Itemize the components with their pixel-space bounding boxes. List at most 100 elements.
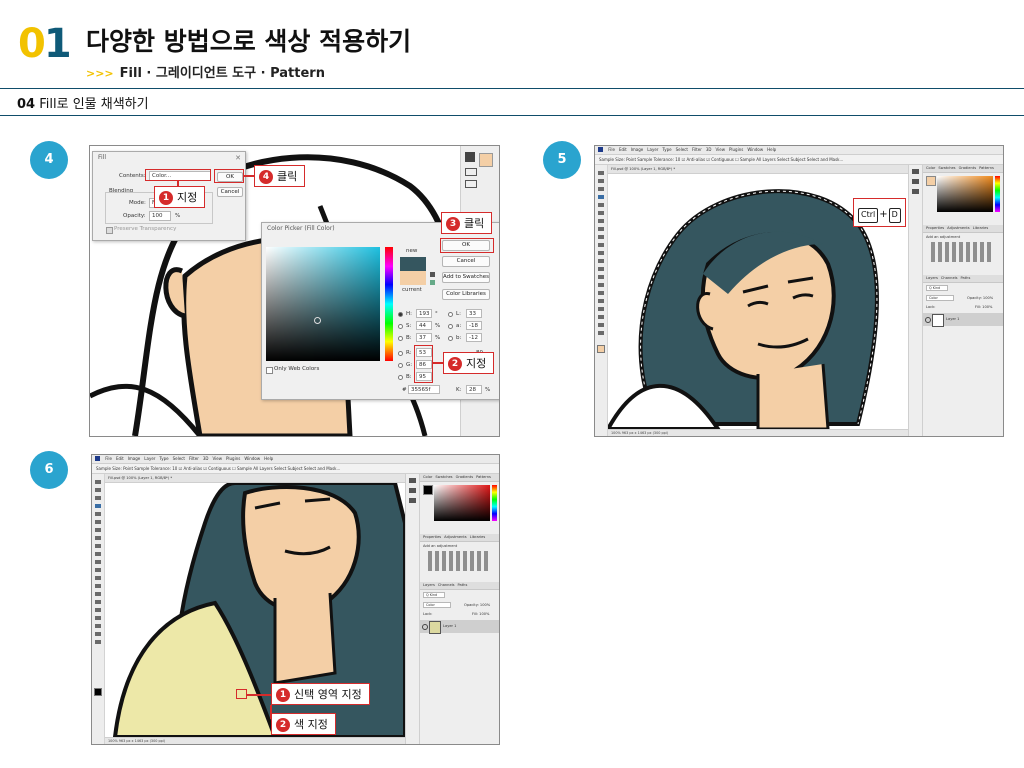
- eye-icon[interactable]: [422, 624, 428, 630]
- menu-help[interactable]: Help: [767, 147, 776, 152]
- history-icon[interactable]: [409, 478, 416, 483]
- color-field-cursor[interactable]: [314, 317, 321, 324]
- eye-icon[interactable]: [925, 317, 931, 323]
- h-radio[interactable]: [398, 312, 403, 317]
- menu-layer[interactable]: Layer: [144, 456, 155, 461]
- stamp-tool-icon[interactable]: [598, 243, 604, 247]
- move-tool-icon[interactable]: [598, 171, 604, 175]
- menu-plugins[interactable]: Plugins: [729, 147, 743, 152]
- shape-tool-icon[interactable]: [598, 315, 604, 319]
- foreground-swatch[interactable]: [479, 153, 493, 167]
- menu-3d[interactable]: 3D: [203, 456, 209, 461]
- healing-tool-icon[interactable]: [95, 536, 101, 540]
- menu-window[interactable]: Window: [747, 147, 763, 152]
- menu-window[interactable]: Window: [244, 456, 260, 461]
- type-tool-icon[interactable]: [598, 299, 604, 303]
- crop-tool-icon[interactable]: [95, 512, 101, 516]
- b2-field[interactable]: -12: [466, 333, 482, 342]
- layer-kind-filter[interactable]: Q Kind: [926, 285, 948, 291]
- path-select-icon[interactable]: [598, 307, 604, 311]
- cube-icon[interactable]: [430, 272, 435, 277]
- hand-tool-icon[interactable]: [95, 632, 101, 636]
- history-brush-icon[interactable]: [598, 251, 604, 255]
- layer-name[interactable]: Layer 1: [946, 317, 959, 321]
- menu-filter[interactable]: Filter: [189, 456, 199, 461]
- only-web-checkbox[interactable]: [266, 367, 273, 374]
- a-field[interactable]: -18: [466, 321, 482, 330]
- healing-tool-icon[interactable]: [598, 227, 604, 231]
- crop-tool-icon[interactable]: [598, 203, 604, 207]
- layers-tabs[interactable]: Layers Channels Paths: [420, 582, 499, 590]
- lasso-tool-icon[interactable]: [598, 187, 604, 191]
- menu-type[interactable]: Type: [159, 456, 168, 461]
- move-tool-icon[interactable]: [95, 480, 101, 484]
- picker-cancel-button[interactable]: Cancel: [442, 256, 490, 267]
- menu-3d[interactable]: 3D: [706, 147, 712, 152]
- magic-wand-tool-icon[interactable]: [598, 195, 604, 199]
- history-icon[interactable]: [912, 169, 919, 174]
- menu-select[interactable]: Select: [676, 147, 688, 152]
- history-brush-icon[interactable]: [95, 560, 101, 564]
- b-field[interactable]: 37: [416, 333, 432, 342]
- menu-edit[interactable]: Edit: [619, 147, 627, 152]
- frame-tool-icon[interactable]: [598, 211, 604, 215]
- b-radio[interactable]: [398, 336, 403, 341]
- bb-radio[interactable]: [398, 375, 403, 380]
- opacity-field[interactable]: 100: [149, 211, 171, 221]
- pen-tool-icon[interactable]: [95, 600, 101, 604]
- menu-view[interactable]: View: [715, 147, 725, 152]
- menu-image[interactable]: Image: [631, 147, 644, 152]
- zoom-tool-icon[interactable]: [95, 640, 101, 644]
- fg-swatch[interactable]: [926, 176, 936, 186]
- h-field[interactable]: 193: [416, 309, 432, 318]
- menu-help[interactable]: Help: [264, 456, 273, 461]
- s-field[interactable]: 44: [416, 321, 432, 330]
- foreground-color-icon[interactable]: [94, 688, 102, 696]
- ps-options-bar[interactable]: Sample Size: Point Sample Tolerance: 10 …: [595, 155, 1003, 165]
- menu-view[interactable]: View: [212, 456, 222, 461]
- properties-icon[interactable]: [912, 179, 919, 184]
- eraser-tool-icon[interactable]: [598, 259, 604, 263]
- adjustments-tabs[interactable]: Properties Adjustments Libraries: [420, 534, 499, 542]
- layer-kind-filter[interactable]: Q Kind: [423, 592, 445, 598]
- web-safe-icon[interactable]: [430, 280, 435, 285]
- gradient-tool-icon[interactable]: [95, 576, 101, 580]
- marquee-tool-icon[interactable]: [95, 488, 101, 492]
- stamp-tool-icon[interactable]: [95, 552, 101, 556]
- shape-tool-icon[interactable]: [95, 624, 101, 628]
- blend-mode-select[interactable]: Color: [926, 295, 954, 301]
- layer-fill[interactable]: Fill: 100%: [472, 612, 489, 616]
- eyedropper-tool-icon[interactable]: [598, 219, 604, 223]
- hue-bar[interactable]: [492, 485, 497, 521]
- l-radio[interactable]: [448, 312, 453, 317]
- ps-tool-icon[interactable]: [465, 152, 475, 162]
- pen-tool-icon[interactable]: [598, 291, 604, 295]
- a-radio[interactable]: [448, 324, 453, 329]
- dodge-tool-icon[interactable]: [95, 592, 101, 596]
- current-color-swatch[interactable]: [400, 271, 426, 285]
- preserve-checkbox[interactable]: [106, 227, 113, 234]
- color-panel-tabs[interactable]: Color Swatches Gradients Patterns: [923, 165, 1003, 173]
- menu-filter[interactable]: Filter: [692, 147, 702, 152]
- lasso-tool-icon[interactable]: [95, 496, 101, 500]
- color-field[interactable]: [266, 247, 380, 361]
- marquee-tool-icon[interactable]: [598, 179, 604, 183]
- color-spectrum[interactable]: [434, 485, 490, 521]
- blur-tool-icon[interactable]: [598, 275, 604, 279]
- menu-layer[interactable]: Layer: [647, 147, 658, 152]
- menu-file[interactable]: File: [105, 456, 112, 461]
- frame-tool-icon[interactable]: [95, 520, 101, 524]
- menu-plugins[interactable]: Plugins: [226, 456, 240, 461]
- g-radio[interactable]: [398, 363, 403, 368]
- eyedropper-tool-icon[interactable]: [95, 528, 101, 532]
- ps-options-bar[interactable]: Sample Size: Point Sample Tolerance: 10 …: [92, 464, 499, 474]
- layer-name[interactable]: Layer 1: [443, 624, 456, 628]
- adjustments-tabs[interactable]: Properties Adjustments Libraries: [923, 225, 1003, 233]
- menu-type[interactable]: Type: [662, 147, 671, 152]
- ps-document-tab[interactable]: Fill.psd @ 100% (Layer 1, RGB/8*) *: [105, 474, 408, 483]
- brush-tool-icon[interactable]: [95, 544, 101, 548]
- hand-tool-icon[interactable]: [598, 323, 604, 327]
- foreground-color-icon[interactable]: [597, 345, 605, 353]
- s-radio[interactable]: [398, 324, 403, 329]
- layer-opacity[interactable]: Opacity: 100%: [464, 603, 490, 607]
